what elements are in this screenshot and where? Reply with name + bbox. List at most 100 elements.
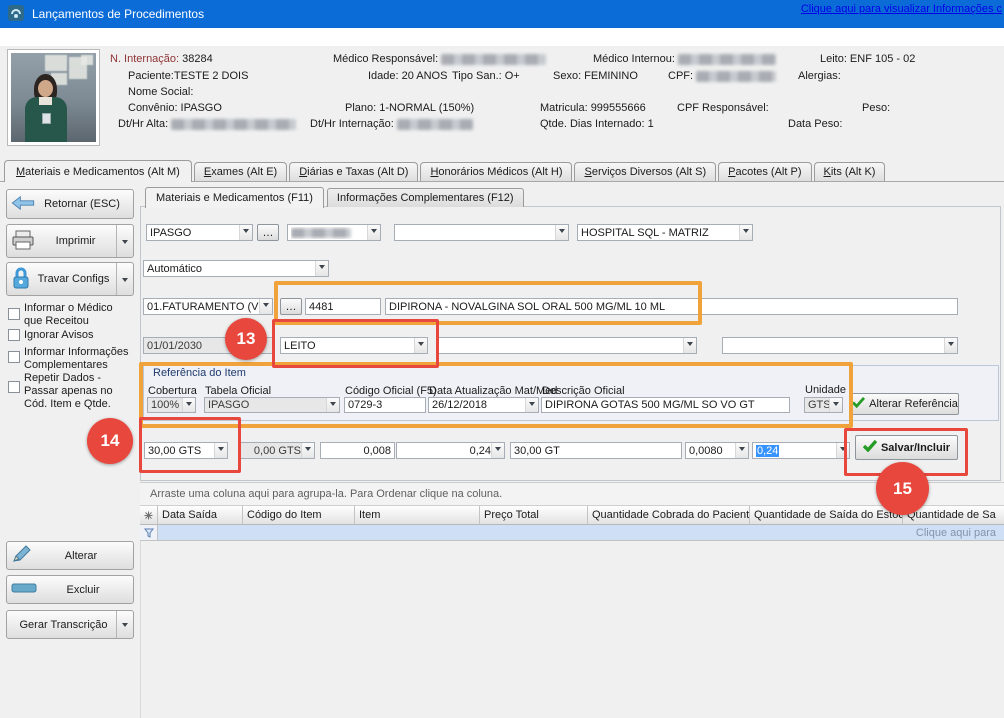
data-atualizacao-combo[interactable]: 26/12/2018	[428, 397, 539, 413]
data-atualizacao-label: Data Atualização Mat/Med	[429, 385, 557, 397]
gerar-transcricao-dropdown[interactable]	[116, 611, 133, 638]
imprimir-button[interactable]: Imprimir	[6, 224, 134, 258]
exame-vinculado-combo[interactable]	[722, 337, 958, 354]
grid-group-hint: Arraste uma coluna aqui para agrupa-la. …	[140, 482, 1004, 506]
checkbox-informar-informacoes[interactable]	[8, 351, 20, 363]
dthr-alta: Dt/Hr Alta:	[118, 118, 296, 130]
cobertura-label: Cobertura	[148, 385, 197, 397]
valor-unit-field[interactable]: 0,008	[320, 442, 395, 459]
window-title: Lançamentos de Procedimentos	[32, 7, 204, 21]
tab-servicos-diversos[interactable]: Serviços Diversos (Alt S)	[574, 162, 716, 181]
vl-total-oficial-combo[interactable]: 0,24	[752, 442, 850, 459]
subtab-informacoes-f12[interactable]: Informações Complementares (F12)	[327, 188, 524, 207]
dthr-internacao: Dt/Hr Internação:	[310, 118, 473, 130]
unidade-combo[interactable]: HOSPITAL SQL - MATRIZ	[577, 224, 753, 241]
tab-kits[interactable]: Kits (Alt K)	[814, 162, 886, 181]
unidade-oficial-combo[interactable]: GTS	[804, 397, 843, 413]
tabela-oficial-label: Tabela Oficial	[205, 385, 271, 397]
lancar-quant-combo[interactable]: Automático	[143, 260, 329, 277]
data-peso: Data Peso:	[788, 118, 842, 130]
redacted-value	[291, 228, 351, 238]
grid-body-edge	[140, 541, 141, 718]
gerar-transcricao-button[interactable]: Gerar Transcrição	[6, 610, 134, 639]
column-header-qtd-saida[interactable]: Quantidade de Saída do Estoque	[750, 506, 903, 525]
excluir-button[interactable]: Excluir	[6, 575, 134, 604]
data-lancamento-combo[interactable]	[287, 224, 381, 241]
column-header-data-saida[interactable]: Data Saída	[158, 506, 243, 525]
lock-icon	[11, 266, 31, 293]
sub-tab-strip: Materiais e Medicamentos (F11) Informaçõ…	[145, 187, 524, 207]
cobertura-combo[interactable]: 100%	[147, 397, 196, 413]
tabela-oficial-combo[interactable]: IPASGO	[204, 397, 340, 413]
grid-filter-hint[interactable]: Clique aqui para	[158, 525, 1004, 540]
info-link[interactable]: Clique aqui para visualizar Informações …	[801, 3, 1002, 15]
alterar-referencia-button[interactable]: Alterar Referência	[851, 393, 959, 415]
tab-pacotes[interactable]: Pacotes (Alt P)	[718, 162, 811, 181]
tipo-sanguineo: Tipo San.:O+	[452, 70, 520, 82]
cod-item-field[interactable]: 4481	[305, 298, 381, 315]
convenio-browse-button[interactable]: …	[257, 224, 279, 241]
arrow-left-icon	[11, 195, 35, 214]
nome-social: Nome Social:	[128, 86, 193, 98]
vl-unt-oficial-combo[interactable]: 0,0080	[685, 442, 749, 459]
redacted-value	[397, 119, 473, 130]
checkbox-ignorar-avisos-label: Ignorar Avisos	[24, 329, 134, 342]
tab-materiais-medicamentos[interactable]: Materiais e Medicamentos (Alt M)	[4, 160, 192, 182]
local-uso-combo[interactable]: LEITO	[280, 337, 428, 354]
check-icon	[852, 397, 865, 411]
travar-configs-button[interactable]: Travar Configs	[6, 262, 134, 296]
alergias: Alergias:	[798, 70, 841, 82]
medico-internou: Médico Internou:	[593, 53, 776, 65]
check-icon	[863, 440, 877, 455]
printer-icon	[11, 230, 35, 253]
grid-filter-row: Clique aqui para	[140, 525, 1004, 541]
medico-receitou-combo[interactable]	[394, 224, 569, 241]
descricao-oficial-label: Descrição Oficial	[542, 385, 625, 397]
convenio-paciente: Convênio:IPASGO	[128, 102, 222, 114]
column-header-codigo-item[interactable]: Código do Item	[243, 506, 355, 525]
alterar-button[interactable]: Alterar	[6, 541, 134, 570]
setor-origem-combo[interactable]: 01.FATURAMENTO (VIR	[143, 298, 273, 315]
annotation-step-13: 13	[225, 318, 267, 360]
patient-photo	[7, 49, 100, 146]
annotation-step-15: 15	[876, 462, 929, 515]
redacted-value	[441, 54, 546, 65]
unidade-oficial-label: Unidade	[805, 384, 846, 396]
plano: Plano:1-NORMAL (150%)	[345, 102, 474, 114]
app-window: Lançamentos de Procedimentos Clique aqui…	[0, 0, 1004, 718]
qtde-estoque-combo[interactable]: 0,00 GTS	[238, 442, 315, 459]
top-strip	[0, 28, 1004, 46]
paciente: Paciente:TESTE 2 DOIS	[128, 70, 248, 82]
column-header-preco-total[interactable]: Preço Total	[480, 506, 588, 525]
grid-header-row: Data Saída Código do Item Item Preço Tot…	[140, 506, 1004, 525]
salvar-incluir-button[interactable]: Salvar/Incluir	[855, 435, 958, 460]
qtde-oficial-field[interactable]: 30,00 GT	[510, 442, 682, 459]
subtab-materiais-f11[interactable]: Materiais e Medicamentos (F11)	[145, 187, 324, 208]
pencil-icon	[11, 544, 33, 567]
tab-exames[interactable]: Exames (Alt E)	[194, 162, 287, 181]
medico-responsavel: Médico Responsável:	[333, 53, 546, 65]
cpf-responsavel: CPF Responsável:	[677, 102, 769, 114]
grupo-lancamento-combo[interactable]	[437, 337, 697, 354]
cod-item-browse-button[interactable]: …	[280, 298, 302, 315]
checkbox-repetir-dados[interactable]	[8, 381, 20, 393]
column-header-item[interactable]: Item	[355, 506, 480, 525]
tab-honorarios-medicos[interactable]: Honorários Médicos (Alt H)	[420, 162, 572, 181]
checkbox-informar-medico[interactable]	[8, 308, 20, 320]
tab-diarias-taxas[interactable]: Diárias e Taxas (Alt D)	[289, 162, 418, 181]
travar-dropdown[interactable]	[116, 263, 133, 295]
descricao-item-field[interactable]: DIPIRONA - NOVALGINA SOL ORAL 500 MG/ML …	[385, 298, 958, 315]
checkbox-ignorar-avisos[interactable]	[8, 329, 20, 341]
imprimir-dropdown[interactable]	[116, 225, 133, 257]
column-header-qtd-cobrada[interactable]: Quantidade Cobrada do Paciente	[588, 506, 750, 525]
redacted-value	[678, 54, 776, 65]
referencia-caption: Referência do Item	[153, 367, 246, 379]
convenio-combo[interactable]: IPASGO	[146, 224, 253, 241]
qtde-cobrada-combo[interactable]: 30,00 GTS	[144, 442, 228, 459]
descricao-oficial-field[interactable]: DIPIRONA GOTAS 500 MG/ML SO VO GT	[541, 397, 790, 413]
codigo-oficial-field[interactable]: 0729-3	[344, 397, 426, 413]
leito: Leito:ENF 105 - 02	[820, 53, 915, 65]
cpf: CPF:	[668, 70, 776, 82]
retornar-button[interactable]: Retornar (ESC)	[6, 189, 134, 219]
valor-total-combo[interactable]: 0,24	[396, 442, 505, 459]
